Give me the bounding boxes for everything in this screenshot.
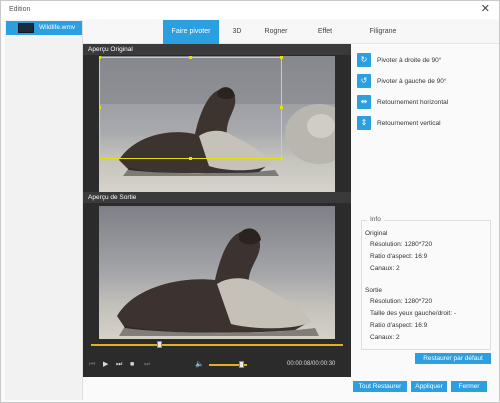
original-heading: Original — [365, 230, 388, 237]
flip-horizontal-button[interactable]: ⇹ Retournement horizontal — [357, 95, 497, 111]
flip-vertical-button[interactable]: ⇕ Retournement vertical — [357, 116, 497, 132]
output-video-frame — [99, 206, 335, 339]
flip-vertical-icon: ⇕ — [357, 116, 371, 130]
rotate-left-label: Pivoter à gauche de 90° — [377, 78, 447, 85]
rotate-left-icon: ↺ — [357, 74, 371, 88]
next-frame-icon[interactable]: ⏭ — [116, 361, 122, 369]
info-legend: Info — [367, 216, 384, 223]
preview-column: Aperçu Original Aperçu de Sortie ⏮ ▶ ⏭ ■… — [83, 44, 351, 377]
crop-area[interactable] — [99, 57, 282, 159]
crop-handle[interactable] — [280, 56, 283, 59]
output-heading: Sortie — [365, 287, 382, 294]
flip-horizontal-icon: ⇹ — [357, 95, 371, 109]
crop-handle[interactable] — [99, 106, 101, 109]
skip-end-icon[interactable]: ⏭ — [144, 361, 150, 369]
file-list: Wildlife.wmv — [5, 20, 83, 400]
flip-vertical-label: Retournement vertical — [377, 120, 441, 127]
tab-3d[interactable]: 3D — [219, 20, 255, 44]
rotate-right-icon: ↻ — [357, 53, 371, 67]
crop-handle[interactable] — [189, 56, 192, 59]
apply-button[interactable]: Appliquer — [411, 381, 447, 392]
output-channels: Canaux: 2 — [370, 334, 400, 341]
rotate-right-label: Pivoter à droite de 90° — [377, 57, 442, 64]
crop-handle[interactable] — [280, 157, 283, 160]
progress-track[interactable] — [91, 344, 343, 346]
stop-icon[interactable]: ■ — [130, 361, 134, 369]
original-resolution: Résolution: 1280*720 — [370, 241, 433, 248]
volume-knob[interactable] — [239, 361, 245, 368]
title-bar: Edition ✕ — [1, 1, 499, 19]
output-aspect-ratio: Ratio d'aspect: 16:9 — [370, 322, 428, 329]
close-button[interactable]: Fermer — [451, 381, 487, 392]
close-icon[interactable]: ✕ — [481, 3, 490, 15]
player-controls: ⏮ ▶ ⏭ ■ ⏭ 🔈 00:00:08/00:00:30 — [83, 350, 351, 377]
output-eye-size: Taille des yeux gauche/droit: - — [370, 310, 456, 317]
progress-knob[interactable] — [157, 341, 163, 348]
previous-frame-icon[interactable]: ⏮ — [89, 361, 95, 369]
crop-handle[interactable] — [99, 56, 101, 59]
output-preview — [99, 206, 335, 339]
rotate-left-button[interactable]: ↺ Pivoter à gauche de 90° — [357, 74, 497, 90]
restore-default-button[interactable]: Restaurer par défaut — [415, 353, 491, 364]
crop-handle[interactable] — [280, 106, 283, 109]
file-list-item[interactable]: Wildlife.wmv — [6, 21, 82, 35]
crop-handle[interactable] — [189, 157, 192, 160]
restore-all-button[interactable]: Tout Restaurer — [353, 381, 407, 392]
crop-handle[interactable] — [99, 157, 101, 160]
tab-watermark[interactable]: Filigrane — [359, 20, 407, 44]
tab-crop[interactable]: Rogner — [255, 20, 297, 44]
volume-icon[interactable]: 🔈 — [195, 361, 204, 369]
tab-rotate[interactable]: Faire pivoter — [163, 20, 219, 44]
video-thumbnail — [18, 23, 34, 33]
original-preview — [99, 56, 335, 193]
tab-effect[interactable]: Effet — [307, 20, 343, 44]
edit-tabs: Faire pivoter 3D Rogner Effet Filigrane — [83, 20, 499, 44]
play-icon[interactable]: ▶ — [103, 361, 108, 369]
output-preview-header: Aperçu de Sortie — [83, 192, 351, 203]
window-title: Edition — [9, 6, 31, 13]
output-resolution: Résolution: 1280*720 — [370, 298, 433, 305]
time-display: 00:00:08/00:00:30 — [287, 361, 336, 367]
playback-progress[interactable] — [83, 340, 351, 350]
rotate-right-button[interactable]: ↻ Pivoter à droite de 90° — [357, 53, 497, 69]
original-channels: Canaux: 2 — [370, 265, 400, 272]
original-aspect-ratio: Ratio d'aspect: 16:9 — [370, 253, 428, 260]
file-name: Wildlife.wmv — [39, 24, 76, 31]
info-panel — [361, 220, 491, 350]
edit-window: Edition ✕ Wildlife.wmv Faire pivoter 3D … — [0, 0, 500, 403]
original-preview-header: Aperçu Original — [83, 44, 351, 55]
flip-horizontal-label: Retournement horizontal — [377, 99, 449, 106]
